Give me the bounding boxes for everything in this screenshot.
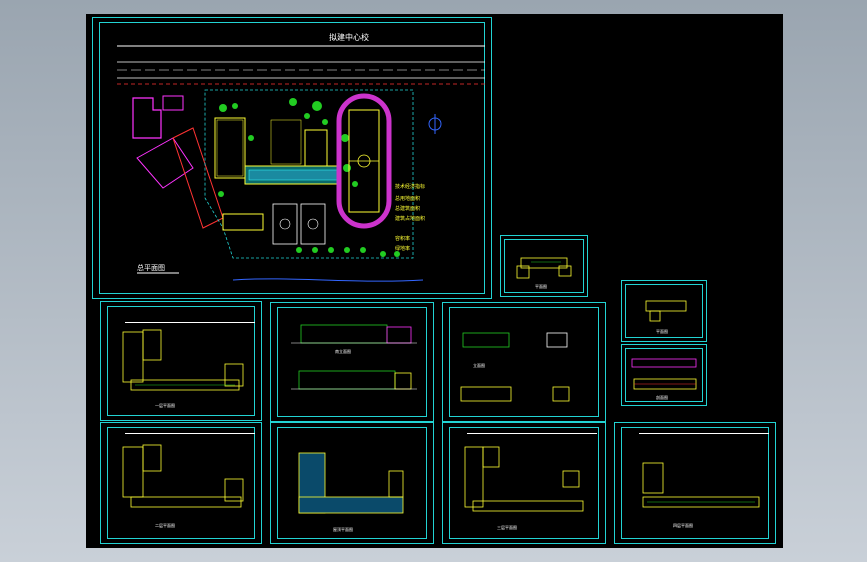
third-floor-plan-sheet[interactable]: 三层平面图 [442,422,606,544]
fourth-floor-plan-sheet[interactable]: 四层平面图 [614,422,776,544]
first-floor-plan-sheet[interactable]: 一层平面图 [100,301,262,421]
small-plan-b-sheet[interactable]: 平面图 [621,280,707,342]
side-elevations-drawing: 立面图 [460,332,570,402]
site-plan-note-3: 建筑占地面积 [395,215,425,222]
small-plan-b-drawing: 平面图 [645,300,687,334]
site-plan-title: 拟建中心校 [329,32,369,42]
third-floor-plan-caption: 三层平面图 [497,524,517,530]
roof-plan-drawing: 屋顶平面图 [298,452,404,532]
second-floor-plan-drawing: 二层平面图 [122,444,244,528]
first-floor-plan-drawing: 一层平面图 [122,329,244,408]
roof-plan-caption: 屋顶平面图 [333,526,353,532]
first-floor-plan-caption: 一层平面图 [155,402,175,408]
front-elevation-sheet[interactable]: 南立面图 [270,302,434,422]
small-plan-b-caption: 平面图 [656,328,668,334]
front-elevation-drawing: 南立面图 [291,324,417,390]
small-plan-a-drawing: 平面图 [516,257,572,289]
third-floor-plan-drawing: 三层平面图 [464,446,584,530]
site-plan-note-5: 绿地率 [395,245,410,252]
fourth-floor-plan-caption: 四层平面图 [673,522,693,528]
site-plan-sheet[interactable]: 拟建中心校 技术经济指标 总用地面积 总建筑面积 建筑占地面积 容积率 绿地率 … [92,17,492,299]
site-plan-note-0: 技术经济指标 [395,183,425,190]
roof-plan-sheet[interactable]: 屋顶平面图 [270,422,434,544]
site-plan-note-2: 总建筑面积 [395,205,420,212]
side-elevations-sheet[interactable]: 立面图 [442,302,606,422]
second-floor-plan-caption: 二层平面图 [155,522,175,528]
second-floor-plan-sheet[interactable]: 二层平面图 [100,422,262,544]
small-section-caption: 剖面图 [656,394,668,400]
small-section-sheet[interactable]: 剖面图 [621,344,707,406]
site-plan-caption: 总平面图 [137,263,165,272]
small-plan-a-caption: 平面图 [535,283,547,289]
fourth-floor-plan-drawing: 四层平面图 [642,462,760,528]
cad-drawing-viewport[interactable]: 拟建中心校 技术经济指标 总用地面积 总建筑面积 建筑占地面积 容积率 绿地率 … [86,14,783,548]
site-plan-note-4: 容积率 [395,235,410,242]
side-elevations-caption: 立面图 [473,362,485,368]
front-elevation-caption: 南立面图 [335,348,351,354]
small-plan-a-sheet[interactable]: 平面图 [500,235,588,297]
small-section-drawing: 剖面图 [631,358,697,400]
site-plan-drawing: 拟建中心校 技术经济指标 总用地面积 总建筑面积 建筑占地面积 容积率 绿地率 … [117,32,485,282]
site-plan-note-1: 总用地面积 [395,195,420,202]
